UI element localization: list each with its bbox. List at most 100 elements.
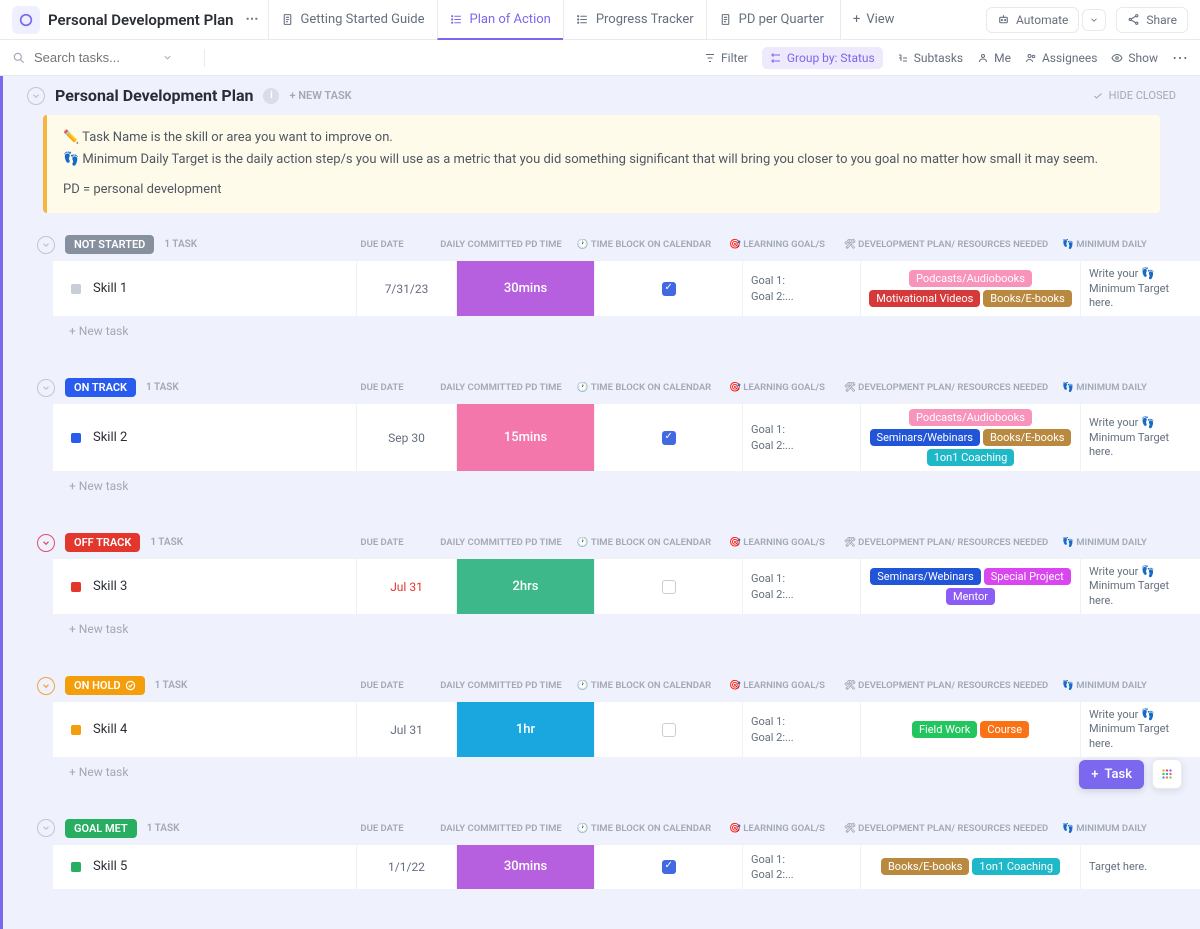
tab-getting-started-guide[interactable]: Getting Started Guide <box>268 0 437 40</box>
new-task-fab[interactable]: + Task <box>1079 760 1144 789</box>
col-due[interactable]: DUE DATE <box>332 823 432 834</box>
checkbox[interactable] <box>662 580 676 594</box>
resource-tag[interactable]: Books/E-books <box>983 429 1071 446</box>
status-square-icon[interactable] <box>71 725 81 735</box>
resource-tag[interactable]: Podcasts/Audiobooks <box>909 409 1032 426</box>
col-goals[interactable]: 🎯 LEARNING GOAL/S <box>718 537 836 548</box>
pd-time-cell[interactable]: 30mins <box>456 261 594 316</box>
collapse-group-button[interactable] <box>37 236 55 254</box>
pd-time-cell[interactable]: 2hrs <box>456 559 594 614</box>
min-target-cell[interactable]: Write your 👣 Minimum Target here. <box>1080 559 1200 614</box>
time-block-cell[interactable] <box>594 261 742 316</box>
col-time[interactable]: DAILY COMMITTED PD TIME <box>432 823 570 834</box>
due-date-cell[interactable]: 1/1/22 <box>356 845 456 889</box>
col-due[interactable]: DUE DATE <box>332 680 432 691</box>
resource-tag[interactable]: Books/E-books <box>983 290 1071 307</box>
hide-closed-button[interactable]: HIDE CLOSED <box>1092 89 1176 102</box>
col-min[interactable]: 👣 MINIMUM DAILY <box>1056 382 1176 393</box>
collapse-list-button[interactable] <box>27 87 45 105</box>
col-plan[interactable]: 🛠 DEVELOPMENT PLAN/ RESOURCES NEEDED <box>836 382 1056 393</box>
new-task-row-button[interactable]: + New task <box>3 471 1200 501</box>
col-min[interactable]: 👣 MINIMUM DAILY <box>1056 537 1176 548</box>
me-button[interactable]: Me <box>977 51 1011 65</box>
status-square-icon[interactable] <box>71 582 81 592</box>
col-block[interactable]: 🕐 TIME BLOCK ON CALENDAR <box>570 239 718 250</box>
status-pill[interactable]: OFF TRACK <box>65 533 140 552</box>
show-button[interactable]: Show <box>1111 51 1158 65</box>
resource-tag[interactable]: Special Project <box>984 568 1071 585</box>
task-name-cell[interactable]: Skill 1 <box>53 261 356 316</box>
plan-cell[interactable]: Books/E-books1on1 Coaching <box>860 845 1080 889</box>
info-icon[interactable]: i <box>263 88 279 104</box>
plan-cell[interactable]: Podcasts/Audiobooks Seminars/WebinarsBook… <box>860 404 1080 471</box>
checkbox[interactable] <box>662 723 676 737</box>
col-min[interactable]: 👣 MINIMUM DAILY <box>1056 680 1176 691</box>
collapse-group-button[interactable] <box>37 819 55 837</box>
group-by-button[interactable]: Group by: Status <box>762 47 883 69</box>
resource-tag[interactable]: Motivational Videos <box>869 290 980 307</box>
min-target-cell[interactable]: Write your 👣 Minimum Target here. <box>1080 702 1200 757</box>
new-task-row-button[interactable]: + New task <box>3 316 1200 346</box>
col-goals[interactable]: 🎯 LEARNING GOAL/S <box>718 382 836 393</box>
pd-time-cell[interactable]: 1hr <box>456 702 594 757</box>
status-pill[interactable]: NOT STARTED <box>65 235 154 254</box>
collapse-group-button[interactable] <box>37 534 55 552</box>
col-min[interactable]: 👣 MINIMUM DAILY <box>1056 823 1176 834</box>
page-title[interactable]: Personal Development Plan <box>48 11 234 29</box>
resource-tag[interactable]: Seminars/Webinars <box>870 568 980 585</box>
col-block[interactable]: 🕐 TIME BLOCK ON CALENDAR <box>570 823 718 834</box>
new-task-row-button[interactable]: + New task <box>3 614 1200 644</box>
pd-time-cell[interactable]: 30mins <box>456 845 594 889</box>
time-block-cell[interactable] <box>594 559 742 614</box>
col-block[interactable]: 🕐 TIME BLOCK ON CALENDAR <box>570 680 718 691</box>
automate-button[interactable]: Automate <box>986 7 1079 33</box>
resource-tag[interactable]: Podcasts/Audiobooks <box>909 270 1032 287</box>
col-time[interactable]: DAILY COMMITTED PD TIME <box>432 382 570 393</box>
filter-button[interactable]: Filter <box>704 51 748 65</box>
task-name-cell[interactable]: Skill 4 <box>53 702 356 757</box>
resource-tag[interactable]: Seminars/Webinars <box>870 429 980 446</box>
subtasks-button[interactable]: Subtasks <box>897 51 963 65</box>
due-date-cell[interactable]: Jul 31 <box>356 702 456 757</box>
resource-tag[interactable]: 1on1 Coaching <box>972 858 1060 875</box>
collapse-group-button[interactable] <box>37 379 55 397</box>
new-task-header-button[interactable]: + NEW TASK <box>289 89 351 102</box>
due-date-cell[interactable]: Sep 30 <box>356 404 456 471</box>
status-pill[interactable]: ON TRACK <box>65 378 136 397</box>
new-task-row-button[interactable]: + New task <box>3 757 1200 787</box>
status-pill[interactable]: ON HOLD <box>65 676 145 695</box>
task-name-cell[interactable]: Skill 2 <box>53 404 356 471</box>
col-block[interactable]: 🕐 TIME BLOCK ON CALENDAR <box>570 382 718 393</box>
col-time[interactable]: DAILY COMMITTED PD TIME <box>432 239 570 250</box>
col-time[interactable]: DAILY COMMITTED PD TIME <box>432 680 570 691</box>
col-plan[interactable]: 🛠 DEVELOPMENT PLAN/ RESOURCES NEEDED <box>836 680 1056 691</box>
goals-cell[interactable]: Goal 1:Goal 2:... <box>742 702 860 757</box>
min-target-cell[interactable]: Write your 👣 Minimum Target here. <box>1080 404 1200 471</box>
search-input[interactable] <box>34 50 154 65</box>
status-pill[interactable]: GOAL MET <box>65 819 137 838</box>
status-square-icon[interactable] <box>71 433 81 443</box>
status-square-icon[interactable] <box>71 862 81 872</box>
col-min[interactable]: 👣 MINIMUM DAILY <box>1056 239 1176 250</box>
col-goals[interactable]: 🎯 LEARNING GOAL/S <box>718 823 836 834</box>
checkbox[interactable] <box>662 431 676 445</box>
goals-cell[interactable]: Goal 1:Goal 2:... <box>742 845 860 889</box>
collapse-group-button[interactable] <box>37 677 55 695</box>
col-due[interactable]: DUE DATE <box>332 382 432 393</box>
plan-cell[interactable]: Seminars/WebinarsSpecial ProjectMentor <box>860 559 1080 614</box>
more-toolbar-button[interactable]: ⋯ <box>1172 48 1188 67</box>
col-plan[interactable]: 🛠 DEVELOPMENT PLAN/ RESOURCES NEEDED <box>836 537 1056 548</box>
due-date-cell[interactable]: Jul 31 <box>356 559 456 614</box>
resource-tag[interactable]: Field Work <box>912 721 977 738</box>
tab-plan-of-action[interactable]: Plan of Action <box>437 0 563 40</box>
col-plan[interactable]: 🛠 DEVELOPMENT PLAN/ RESOURCES NEEDED <box>836 823 1056 834</box>
time-block-cell[interactable] <box>594 404 742 471</box>
col-time[interactable]: DAILY COMMITTED PD TIME <box>432 537 570 548</box>
workspace-logo[interactable] <box>12 6 40 34</box>
status-square-icon[interactable] <box>71 284 81 294</box>
time-block-cell[interactable] <box>594 702 742 757</box>
due-date-cell[interactable]: 7/31/23 <box>356 261 456 316</box>
plan-cell[interactable]: Field WorkCourse <box>860 702 1080 757</box>
task-name-cell[interactable]: Skill 5 <box>53 845 356 889</box>
col-plan[interactable]: 🛠 DEVELOPMENT PLAN/ RESOURCES NEEDED <box>836 239 1056 250</box>
